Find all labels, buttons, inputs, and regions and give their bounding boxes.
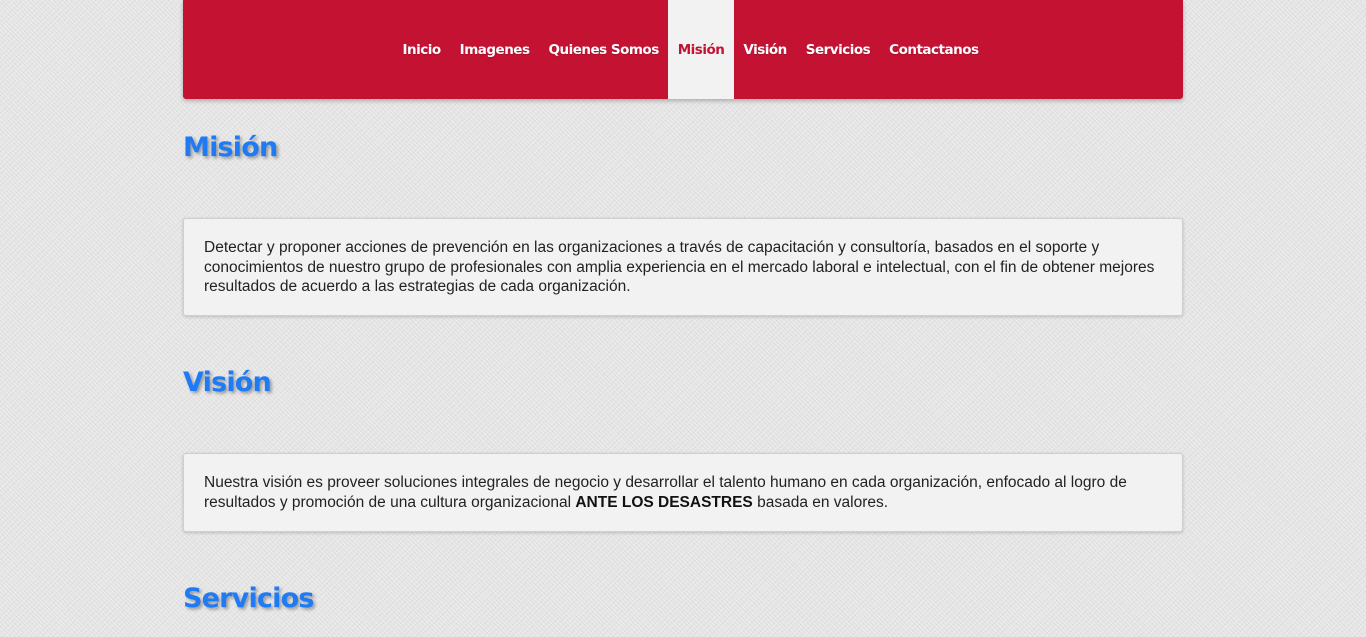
- nav-item-inicio[interactable]: Inicio: [393, 0, 450, 99]
- vision-card: Nuestra visión es proveer soluciones int…: [183, 453, 1183, 532]
- main-navbar: Inicio Imagenes Quienes Somos Misión Vis…: [183, 0, 1183, 99]
- nav-item-quienes-somos[interactable]: Quienes Somos: [539, 0, 668, 99]
- nav-item-imagenes[interactable]: Imagenes: [450, 0, 539, 99]
- vision-text-end: basada en valores.: [752, 493, 889, 511]
- nav-item-mision[interactable]: Misión: [668, 0, 734, 99]
- mision-card: Detectar y proponer acciones de prevenci…: [183, 218, 1183, 316]
- nav-item-vision[interactable]: Visión: [734, 0, 796, 99]
- vision-text-emphasis: ANTE LOS DESASTRES: [575, 493, 753, 511]
- nav-item-contactanos[interactable]: Contactanos: [880, 0, 988, 99]
- mision-text: Detectar y proponer acciones de prevenci…: [204, 239, 1155, 295]
- vision-heading: Visión: [183, 367, 272, 398]
- servicios-heading: Servicios: [183, 583, 314, 614]
- vision-text: Nuestra visión es proveer soluciones int…: [204, 473, 1162, 512]
- mision-heading: Misión: [183, 132, 278, 163]
- nav-menu: Inicio Imagenes Quienes Somos Misión Vis…: [393, 0, 988, 99]
- nav-item-servicios[interactable]: Servicios: [796, 0, 879, 99]
